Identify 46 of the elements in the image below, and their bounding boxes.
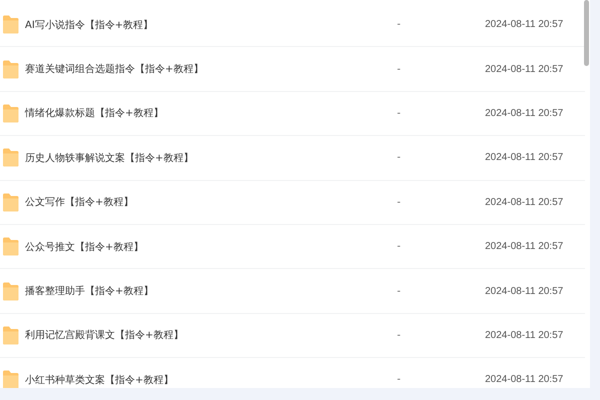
folder-icon <box>2 148 19 168</box>
modified-date: 2024-08-11 20:57 <box>485 152 564 164</box>
file-name: 历史人物轶事解说文案【指令+教程】 <box>25 152 194 165</box>
folder-icon <box>2 370 19 388</box>
file-size: - <box>397 152 402 164</box>
file-size: - <box>397 374 402 386</box>
file-size: - <box>397 64 402 75</box>
file-name: 小红书种草类文案【指令+教程】 <box>25 374 174 387</box>
folder-icon <box>2 282 19 301</box>
modified-date: 2024-08-11 20:57 <box>485 241 564 252</box>
folder-icon <box>2 237 19 256</box>
modified-date: 2024-08-11 20:57 <box>485 286 564 297</box>
file-name: 公文写作【指令+教程】 <box>25 196 134 210</box>
file-row[interactable]: AI写小说指令【指令+教程】 - 2024-08-11 20:57 <box>0 3 585 48</box>
modified-date: 2024-08-11 20:57 <box>485 19 564 30</box>
file-name: 公众号推文【指令+教程】 <box>25 240 144 254</box>
modified-date: 2024-08-11 20:57 <box>485 374 564 386</box>
file-row[interactable]: 赛道关键词组合选题指令【指令+教程】 - 2024-08-11 20:57 <box>0 47 585 92</box>
folder-icon <box>2 192 19 212</box>
folder-icon <box>2 15 19 34</box>
modified-date: 2024-08-11 20:57 <box>485 196 564 208</box>
file-size: - <box>397 108 402 119</box>
file-row[interactable]: 小红书种草类文案【指令+教程】 - 2024-08-11 20:57 <box>0 358 585 388</box>
scrollbar-thumb[interactable] <box>584 0 589 66</box>
file-name: 播客整理助手【指令+教程】 <box>25 284 154 298</box>
folder-icon <box>2 326 19 345</box>
modified-date: 2024-08-11 20:57 <box>485 108 564 119</box>
modified-date: 2024-08-11 20:57 <box>485 330 564 341</box>
file-size: - <box>397 286 402 297</box>
file-size: - <box>397 196 402 208</box>
modified-date: 2024-08-11 20:57 <box>485 64 564 75</box>
file-name: 赛道关键词组合选题指令【指令+教程】 <box>25 62 204 76</box>
file-name: AI写小说指令【指令+教程】 <box>25 18 154 32</box>
file-row[interactable]: 利用记忆宫殿背课文【指令+教程】 - 2024-08-11 20:57 <box>0 314 585 358</box>
file-row[interactable]: 历史人物轶事解说文案【指令+教程】 - 2024-08-11 20:57 <box>0 136 585 181</box>
file-row[interactable]: 公文写作【指令+教程】 - 2024-08-11 20:57 <box>0 180 585 225</box>
folder-icon <box>2 60 19 79</box>
file-row[interactable]: 公众号推文【指令+教程】 - 2024-08-11 20:57 <box>0 224 585 270</box>
file-name: 利用记忆宫殿背课文【指令+教程】 <box>25 328 184 342</box>
file-row[interactable]: 情绪化爆款标题【指令+教程】 - 2024-08-11 20:57 <box>0 92 585 136</box>
file-name: 情绪化爆款标题【指令+教程】 <box>25 106 164 120</box>
file-size: - <box>397 19 402 30</box>
file-row[interactable]: 播客整理助手【指令+教程】 - 2024-08-11 20:57 <box>0 269 585 314</box>
file-size: - <box>397 241 402 252</box>
file-size: - <box>397 330 402 341</box>
folder-icon <box>2 104 19 123</box>
